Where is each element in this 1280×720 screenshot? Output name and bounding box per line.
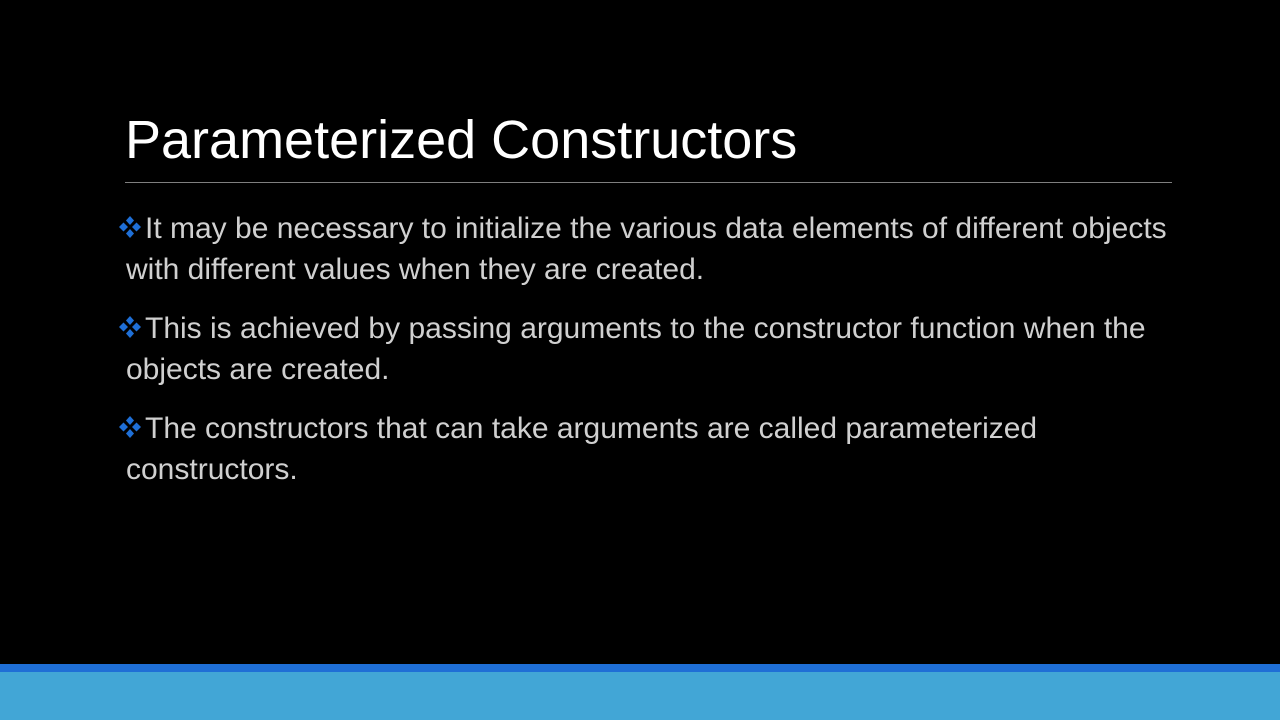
footer-accent-stripe — [0, 664, 1280, 672]
bullet-item: The constructors that can take arguments… — [118, 408, 1178, 490]
four-diamond-bullet-icon — [118, 415, 142, 439]
bullet-text: The constructors that can take arguments… — [126, 412, 1038, 486]
slide-title: Parameterized Constructors — [125, 110, 798, 170]
footer-band — [0, 672, 1280, 720]
bullet-item: It may be necessary to initialize the va… — [118, 208, 1178, 290]
bullet-text: This is achieved by passing arguments to… — [126, 312, 1146, 386]
bullet-text: It may be necessary to initialize the va… — [126, 212, 1167, 286]
bullet-list: It may be necessary to initialize the va… — [118, 208, 1178, 508]
slide: Parameterized Constructors It may be nec… — [0, 0, 1280, 720]
four-diamond-bullet-icon — [118, 315, 142, 339]
title-divider — [125, 182, 1172, 183]
bullet-item: This is achieved by passing arguments to… — [118, 308, 1178, 390]
four-diamond-bullet-icon — [118, 215, 142, 239]
